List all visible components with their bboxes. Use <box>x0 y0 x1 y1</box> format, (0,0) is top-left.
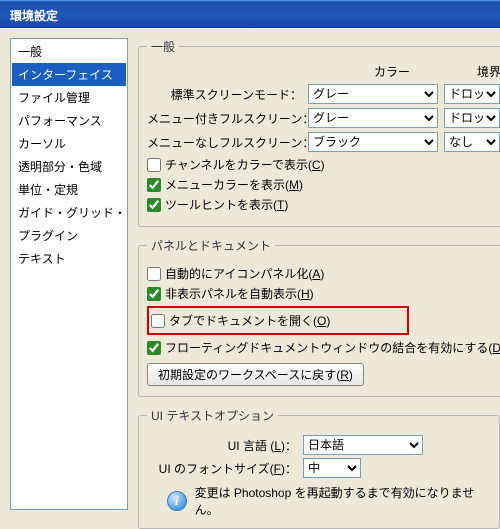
ui-lang-label: UI 言語 (L)： <box>147 437 297 454</box>
checkbox[interactable] <box>147 287 161 301</box>
legend-general: 一般 <box>147 38 179 55</box>
info-icon: i <box>167 491 187 511</box>
sidebar-item[interactable]: パフォーマンス <box>12 109 126 132</box>
checkbox[interactable] <box>147 267 161 281</box>
check-row[interactable]: 自動的にアイコンパネル化(A) <box>147 265 500 282</box>
sidebar: 一般インターフェイスファイル管理パフォーマンスカーソル透明部分・色域単位・定規ガ… <box>10 38 128 510</box>
content: 一般インターフェイスファイル管理パフォーマンスカーソル透明部分・色域単位・定規ガ… <box>0 28 500 520</box>
ui-fontsize-select[interactable]: 中 <box>303 458 361 478</box>
color-select[interactable]: グレー <box>308 84 438 104</box>
row-label: メニューなしフルスクリーン： <box>147 134 302 151</box>
ui-fontsize-label: UI のフォントサイズ(F)： <box>147 460 297 477</box>
check-row[interactable]: 非表示パネルを自動表示(H) <box>147 285 500 302</box>
group-uitext: UI テキストオプション UI 言語 (L)： 日本語 UI のフォントサイズ(… <box>138 407 500 529</box>
border-select[interactable]: ドロップシャドウ <box>444 108 500 128</box>
checkbox[interactable] <box>147 158 161 172</box>
sidebar-item[interactable]: プラグイン <box>12 224 126 247</box>
column-headers: カラー 境界線 <box>147 63 500 80</box>
group-general: 一般 カラー 境界線 標準スクリーンモード：グレードロップシャドウメニュー付きフ… <box>138 38 500 227</box>
check-row[interactable]: チャンネルをカラーで表示(C) <box>147 156 500 173</box>
reset-button-label: 初期設定のワークスペースに戻す(R) <box>158 368 353 382</box>
window-title: 環境設定 <box>10 9 58 23</box>
checkbox-label: フローティングドキュメントウィンドウの結合を有効にする(D) <box>165 339 500 356</box>
sidebar-item[interactable]: テキスト <box>12 247 126 270</box>
border-select[interactable]: ドロップシャドウ <box>444 84 500 104</box>
group-panels: パネルとドキュメント 自動的にアイコンパネル化(A) 非表示パネルを自動表示(H)… <box>138 237 500 397</box>
checkbox-label: 非表示パネルを自動表示(H) <box>165 285 314 302</box>
sidebar-item[interactable]: 単位・定規 <box>12 178 126 201</box>
main-panel: 一般 カラー 境界線 標準スクリーンモード：グレードロップシャドウメニュー付きフ… <box>138 38 500 510</box>
checkbox[interactable] <box>151 314 165 328</box>
sidebar-item[interactable]: 一般 <box>12 40 126 63</box>
checkbox-label: タブでドキュメントを開く(O) <box>169 312 330 329</box>
header-border: 境界線 <box>477 63 500 80</box>
check-row[interactable]: フローティングドキュメントウィンドウの結合を有効にする(D) <box>147 339 500 356</box>
sidebar-item[interactable]: ファイル管理 <box>12 86 126 109</box>
check-row[interactable]: メニューカラーを表示(M) <box>147 176 500 193</box>
screenmode-row: メニューなしフルスクリーン： ブラックなし <box>147 132 500 152</box>
sidebar-item[interactable]: ガイド・グリッド・スライス <box>12 201 126 224</box>
titlebar: 環境設定 <box>0 0 500 28</box>
row-label: 標準スクリーンモード： <box>147 86 302 103</box>
color-select[interactable]: グレー <box>308 108 438 128</box>
border-select[interactable]: なし <box>444 132 500 152</box>
sidebar-item[interactable]: カーソル <box>12 132 126 155</box>
checkbox-label: メニューカラーを表示(M) <box>165 176 303 193</box>
header-color: カラー <box>337 63 447 80</box>
reset-workspace-button[interactable]: 初期設定のワークスペースに戻す(R) <box>147 363 364 386</box>
check-row[interactable]: タブでドキュメントを開く(O) <box>151 312 330 329</box>
legend-panels: パネルとドキュメント <box>147 237 275 254</box>
checkbox-label: ツールヒントを表示(T) <box>165 196 288 213</box>
checkbox-label: チャンネルをカラーで表示(C) <box>165 156 325 173</box>
checkbox-label: 自動的にアイコンパネル化(A) <box>165 265 324 282</box>
row-label: メニュー付きフルスクリーン： <box>147 110 302 127</box>
checkbox[interactable] <box>147 198 161 212</box>
screenmode-row: 標準スクリーンモード： グレードロップシャドウ <box>147 84 500 104</box>
checkbox[interactable] <box>147 341 161 355</box>
sidebar-item[interactable]: 透明部分・色域 <box>12 155 126 178</box>
info-text: 変更は Photoshop を再起動するまで有効になりません。 <box>195 484 491 518</box>
sidebar-item[interactable]: インターフェイス <box>12 63 126 86</box>
legend-uitext: UI テキストオプション <box>147 407 278 424</box>
color-select[interactable]: ブラック <box>308 132 438 152</box>
highlighted-option: タブでドキュメントを開く(O) <box>147 306 409 335</box>
checkbox[interactable] <box>147 178 161 192</box>
check-row[interactable]: ツールヒントを表示(T) <box>147 196 500 213</box>
ui-language-select[interactable]: 日本語 <box>303 435 423 455</box>
screenmode-row: メニュー付きフルスクリーン： グレードロップシャドウ <box>147 108 500 128</box>
